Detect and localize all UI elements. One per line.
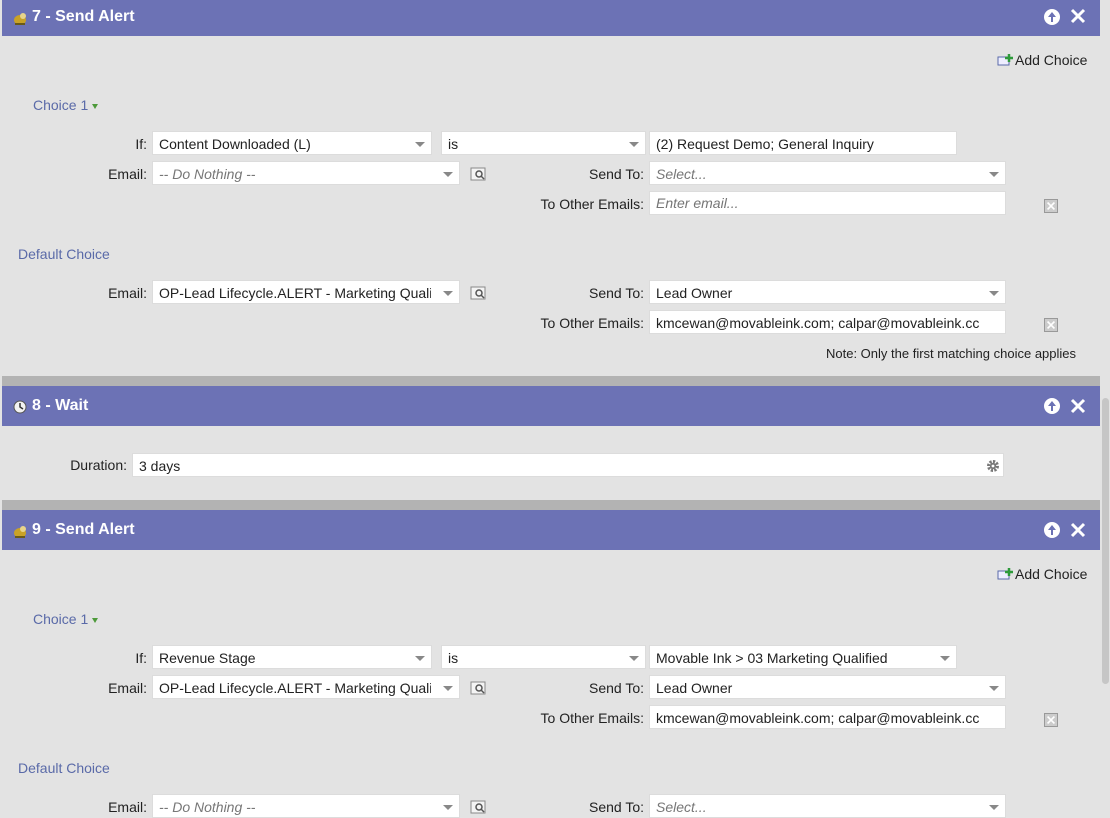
step-title: 9 - Send Alert [32, 521, 135, 538]
chevron-down-icon [629, 656, 639, 661]
email-label: Email: [108, 680, 147, 696]
chevron-down-icon [443, 291, 453, 296]
default-choice-label[interactable]: Default Choice [18, 760, 110, 776]
chevron-down-icon [92, 103, 99, 109]
email-select[interactable]: -- Do Nothing -- [152, 161, 460, 185]
send-to-select[interactable]: Lead Owner [649, 280, 1006, 304]
default-choice-label[interactable]: Default Choice [18, 246, 110, 262]
step-title: 7 - Send Alert [32, 8, 135, 25]
preview-icon[interactable] [470, 286, 487, 301]
close-icon[interactable] [1070, 397, 1086, 415]
step-divider [2, 376, 1100, 386]
send-to-label: Send To: [588, 285, 644, 301]
send-to-select[interactable]: Select... [649, 161, 1006, 185]
add-choice-button[interactable]: Add Choice [997, 52, 1087, 68]
step-divider [2, 500, 1100, 510]
clock-icon [13, 400, 27, 414]
duration-label: Duration: [70, 457, 127, 473]
step-header[interactable]: 8 - Wait [2, 386, 1100, 426]
add-choice-button[interactable]: Add Choice [997, 566, 1087, 582]
alert-icon [14, 13, 26, 25]
close-icon[interactable] [1070, 521, 1086, 539]
choice-1-toggle[interactable]: Choice 1 [33, 611, 99, 627]
preview-icon[interactable] [470, 167, 487, 182]
chevron-down-icon [989, 291, 999, 296]
if-label: If: [135, 136, 147, 152]
chevron-down-icon [443, 805, 453, 810]
add-choice-label: Add Choice [1015, 52, 1088, 68]
condition-value-select[interactable]: Movable Ink > 03 Marketing Qualified [649, 645, 957, 669]
flow-step-8: 8 - Wait Duration: 3 days [2, 386, 1100, 500]
other-emails-input[interactable] [649, 191, 1006, 215]
chevron-down-icon [629, 142, 639, 147]
preview-icon[interactable] [470, 681, 487, 696]
email-select[interactable]: -- Do Nothing -- [152, 794, 460, 818]
other-emails-label: To Other Emails: [540, 196, 644, 212]
chevron-down-icon [443, 172, 453, 177]
flow-step-9: 9 - Send Alert Add Choice Choice 1 If: R… [2, 510, 1100, 818]
condition-operator-select[interactable]: is [441, 131, 646, 155]
chevron-down-icon [989, 172, 999, 177]
arrow-up-icon[interactable] [1044, 9, 1060, 25]
chevron-down-icon [415, 656, 425, 661]
email-label: Email: [108, 166, 147, 182]
scrollbar-thumb[interactable] [1102, 398, 1109, 684]
duration-input[interactable]: 3 days [132, 453, 1004, 477]
add-choice-label: Add Choice [1015, 566, 1088, 582]
condition-attribute-select[interactable]: Content Downloaded (L) [152, 131, 432, 155]
chevron-down-icon [989, 686, 999, 691]
close-icon[interactable] [1070, 7, 1086, 25]
choice-1-toggle[interactable]: Choice 1 [33, 97, 99, 113]
send-to-select[interactable]: Lead Owner [649, 675, 1006, 699]
remove-icon[interactable] [1044, 318, 1058, 332]
email-select[interactable]: OP-Lead Lifecycle.ALERT - Marketing Qual… [152, 280, 460, 304]
chevron-down-icon [443, 686, 453, 691]
step-header[interactable]: 7 - Send Alert [2, 0, 1100, 36]
chevron-down-icon [415, 142, 425, 147]
chevron-down-icon [989, 805, 999, 810]
choice-note: Note: Only the first matching choice app… [826, 346, 1077, 361]
alert-icon [14, 526, 26, 538]
email-label: Email: [108, 285, 147, 301]
condition-value-input[interactable]: (2) Request Demo; General Inquiry [649, 131, 957, 155]
arrow-up-icon[interactable] [1044, 522, 1060, 538]
gear-icon[interactable] [986, 459, 1000, 473]
send-to-select[interactable]: Select... [649, 794, 1006, 818]
remove-icon[interactable] [1044, 199, 1058, 213]
add-choice-icon [997, 54, 1013, 66]
flow-step-7: 7 - Send Alert Add Choice Choice 1 If: C… [2, 0, 1100, 376]
other-emails-label: To Other Emails: [540, 710, 644, 726]
arrow-up-icon[interactable] [1044, 398, 1060, 414]
send-to-label: Send To: [588, 680, 644, 696]
chevron-down-icon [940, 656, 950, 661]
condition-operator-select[interactable]: is [441, 645, 646, 669]
send-to-label: Send To: [588, 166, 644, 182]
email-select[interactable]: OP-Lead Lifecycle.ALERT - Marketing Qual… [152, 675, 460, 699]
if-label: If: [135, 650, 147, 666]
step-header[interactable]: 9 - Send Alert [2, 510, 1100, 550]
other-emails-input[interactable]: kmcewan@movableink.com; calpar@movablein… [649, 310, 1006, 334]
add-choice-icon [997, 568, 1013, 580]
chevron-down-icon [92, 617, 99, 623]
other-emails-label: To Other Emails: [540, 315, 644, 331]
remove-icon[interactable] [1044, 713, 1058, 727]
condition-attribute-select[interactable]: Revenue Stage [152, 645, 432, 669]
other-emails-input[interactable]: kmcewan@movableink.com; calpar@movablein… [649, 705, 1006, 729]
step-title: 8 - Wait [32, 397, 89, 414]
